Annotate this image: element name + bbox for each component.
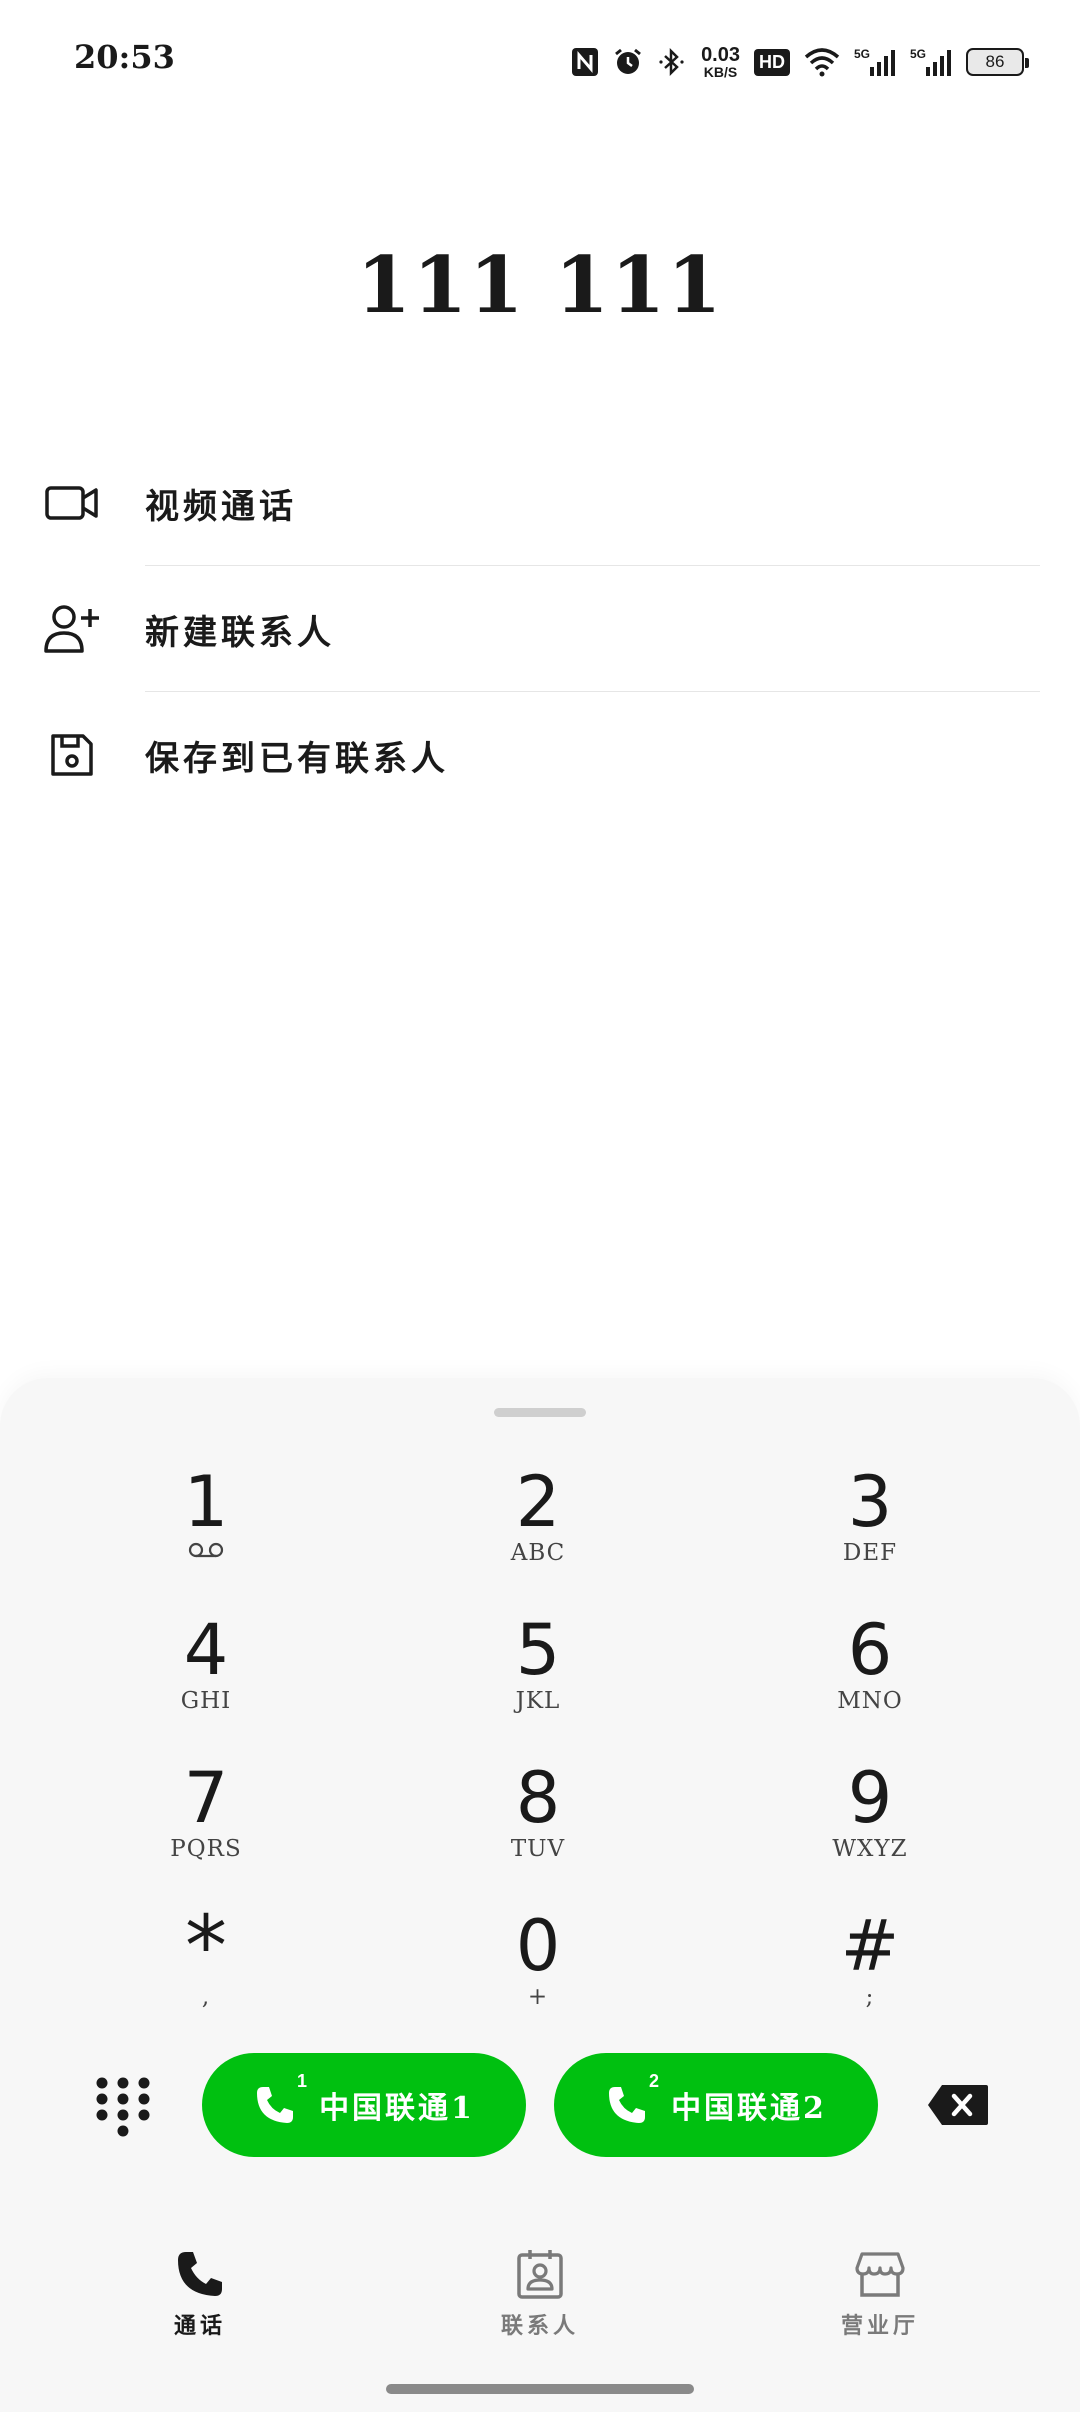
dial-key-star[interactable]: * ,	[86, 1897, 326, 2038]
sheet-drag-handle[interactable]	[494, 1408, 586, 1417]
wifi-icon	[804, 47, 840, 77]
dial-key-5[interactable]: 5 JKL	[418, 1612, 658, 1742]
nav-tab-contacts[interactable]: 联系人	[440, 2248, 640, 2368]
backspace-icon[interactable]	[926, 2083, 990, 2127]
key-letters: TUV	[510, 1836, 566, 1862]
nav-tab-store[interactable]: 营业厅	[780, 2248, 980, 2368]
dial-key-3[interactable]: 3 DEF	[750, 1464, 990, 1594]
key-digit: 8	[515, 1757, 561, 1839]
nav-label-calls: 通话	[173, 2313, 226, 2339]
key-letters: ABC	[510, 1540, 566, 1566]
call-sim2-label: 中国联通2	[671, 2091, 827, 2126]
nfc-icon	[571, 47, 599, 77]
key-letters: +	[527, 1984, 549, 2010]
dial-key-6[interactable]: 6 MNO	[750, 1612, 990, 1742]
video-call-label: 视频通话	[145, 486, 297, 527]
call-row: 1 中国联通1 2 中国联通2	[0, 2053, 1080, 2159]
battery-indicator: 86	[966, 48, 1029, 76]
sim2-signal-icon: 5G	[910, 47, 952, 77]
svg-text:5G: 5G	[854, 47, 870, 61]
alarm-icon	[613, 47, 643, 77]
nav-label-store: 营业厅	[840, 2313, 919, 2339]
sim-number: 2	[649, 2071, 660, 2091]
save-icon	[42, 725, 102, 785]
contacts-book-icon	[514, 2248, 566, 2300]
network-speed-value: 0.03	[701, 44, 740, 66]
key-digit: 3	[847, 1461, 893, 1543]
network-speed: 0.03 KB/S	[701, 45, 740, 79]
key-digit: 1	[183, 1461, 229, 1543]
bottom-nav: 通话 联系人 营业厅	[0, 2248, 1080, 2368]
key-letters: WXYZ	[832, 1836, 908, 1862]
phone-icon	[174, 2248, 226, 2300]
save-to-contact-action[interactable]: 保存到已有联系人	[0, 692, 1080, 818]
dial-key-1[interactable]: 1	[86, 1464, 326, 1594]
key-letters: ,	[201, 1984, 211, 2010]
hd-voice-badge: HD	[754, 48, 790, 76]
sim-number: 1	[297, 2071, 308, 2091]
dial-key-0[interactable]: 0 +	[418, 1908, 658, 2038]
home-indicator[interactable]	[386, 2384, 694, 2394]
network-speed-unit: KB/S	[703, 64, 738, 80]
status-bar: 20:53 0.03 KB/S HD 5G 5G 86	[0, 0, 1080, 120]
key-digit: 7	[183, 1757, 229, 1839]
dial-key-7[interactable]: 7 PQRS	[86, 1760, 326, 1890]
dial-key-8[interactable]: 8 TUV	[418, 1760, 658, 1890]
dialpad-sheet: 1 2 ABC 3 DEF 4 GHI 5 JKL 6 MNO 7 PQRS 8…	[0, 1378, 1080, 2412]
status-icons: 0.03 KB/S HD 5G 5G 86	[571, 40, 1029, 84]
video-camera-icon	[42, 473, 102, 533]
dialer-screen: 20:53 0.03 KB/S HD 5G 5G 86 111 111 视频通话…	[0, 0, 1080, 2412]
save-to-contact-label: 保存到已有联系人	[145, 738, 449, 779]
key-digit: 9	[847, 1757, 893, 1839]
nav-tab-calls[interactable]: 通话	[100, 2248, 300, 2368]
phone-icon: 1	[253, 2071, 307, 2127]
bluetooth-icon	[657, 47, 687, 77]
add-person-icon	[42, 599, 102, 659]
key-letters: MNO	[837, 1688, 903, 1714]
key-digit: 6	[847, 1609, 893, 1691]
dialed-number[interactable]: 111 111	[0, 240, 1080, 331]
dialpad-grid-icon[interactable]	[92, 2075, 154, 2137]
number-action-list: 视频通话 新建联系人 保存到已有联系人	[0, 440, 1080, 818]
key-letters: ;	[865, 1984, 875, 2010]
key-digit: #	[840, 1905, 900, 1987]
key-letters: GHI	[180, 1688, 232, 1714]
key-letters: PQRS	[170, 1836, 242, 1862]
call-sim2-button[interactable]: 2 中国联通2	[554, 2053, 878, 2157]
call-sim1-button[interactable]: 1 中国联通1	[202, 2053, 526, 2157]
dial-key-9[interactable]: 9 WXYZ	[750, 1760, 990, 1890]
video-call-action[interactable]: 视频通话	[0, 440, 1080, 566]
dial-key-2[interactable]: 2 ABC	[418, 1464, 658, 1594]
dial-key-hash[interactable]: # ;	[750, 1908, 990, 2038]
key-digit: 2	[515, 1461, 561, 1543]
key-letters: DEF	[842, 1540, 898, 1566]
key-digit: 0	[515, 1905, 561, 1987]
phone-icon: 2	[605, 2071, 659, 2127]
dial-key-4[interactable]: 4 GHI	[86, 1612, 326, 1742]
key-letters: JKL	[515, 1688, 561, 1714]
new-contact-label: 新建联系人	[145, 612, 335, 653]
key-digit: 5	[515, 1609, 561, 1691]
svg-text:5G: 5G	[910, 47, 926, 61]
nav-label-contacts: 联系人	[500, 2313, 579, 2339]
key-digit: *	[185, 1897, 227, 1995]
key-digit: 4	[183, 1609, 229, 1691]
voicemail-icon	[187, 1542, 225, 1562]
status-time: 20:53	[74, 38, 175, 76]
call-sim1-label: 中国联通1	[319, 2091, 475, 2126]
sim1-signal-icon: 5G	[854, 47, 896, 77]
store-icon	[854, 2248, 906, 2300]
new-contact-action[interactable]: 新建联系人	[0, 566, 1080, 692]
